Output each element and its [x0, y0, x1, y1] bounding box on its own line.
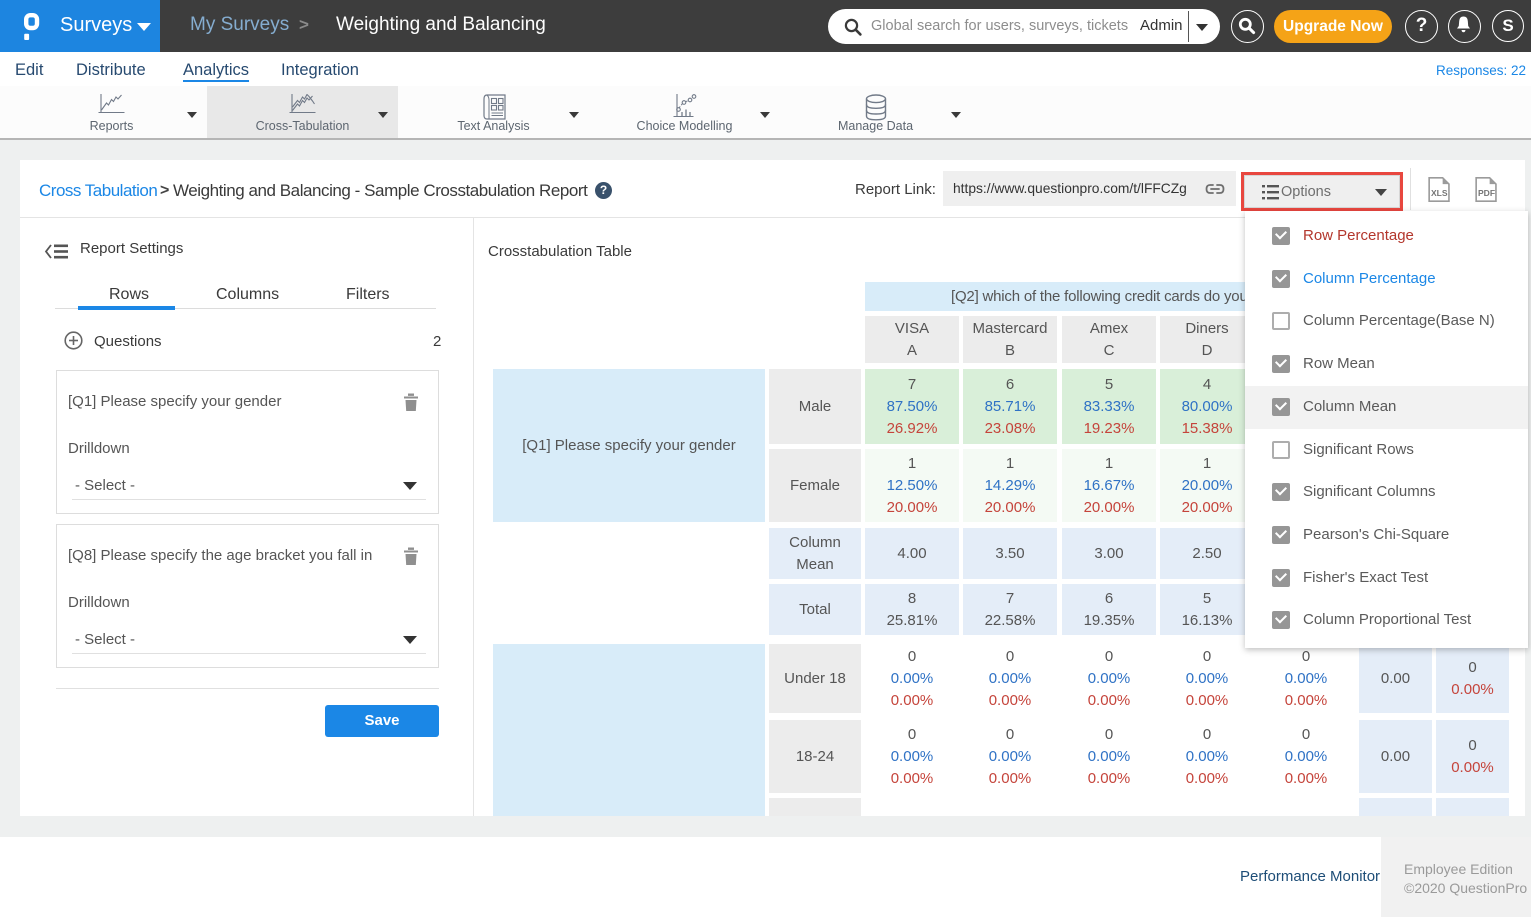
- svg-text:PDF: PDF: [1478, 188, 1495, 198]
- svg-text:XLS: XLS: [1431, 188, 1448, 198]
